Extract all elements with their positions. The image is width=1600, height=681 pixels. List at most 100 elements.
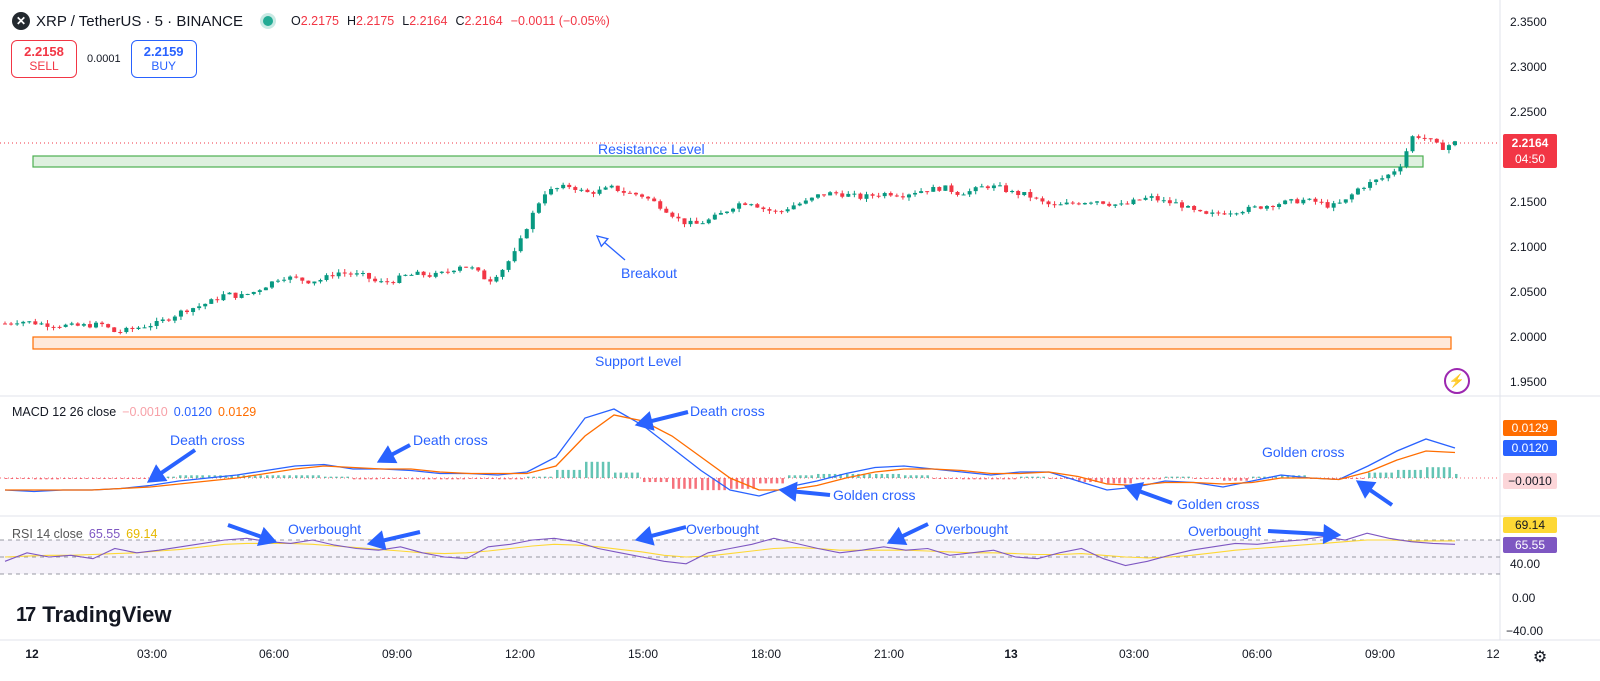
- candle: [894, 193, 899, 198]
- chart-canvas[interactable]: 2.35002.30002.25002.20002.15002.10002.05…: [0, 0, 1600, 681]
- macd-histogram-bar: [1228, 478, 1232, 481]
- macd-histogram-bar: [585, 461, 588, 478]
- tradingview-logo[interactable]: 17 TradingView: [16, 602, 171, 628]
- macd-histogram-bar: [949, 478, 953, 479]
- annotation-arrow[interactable]: [595, 235, 626, 261]
- candle: [1295, 197, 1300, 204]
- macd-histogram-bar: [143, 478, 146, 479]
- candle: [1052, 201, 1057, 208]
- candle: [276, 278, 281, 283]
- annotation-arrow[interactable]: [1123, 482, 1173, 505]
- annotation-label[interactable]: Support Level: [595, 353, 681, 369]
- candle: [670, 211, 675, 219]
- symbol-title[interactable]: XRP / TetherUS · 5 · BINANCE: [36, 13, 243, 30]
- candle: [348, 271, 353, 278]
- macd-histogram-bar: [184, 475, 188, 478]
- candle: [1301, 197, 1306, 205]
- annotation-arrow[interactable]: [376, 443, 411, 464]
- macd-histogram-bar: [277, 475, 280, 478]
- macd-histogram-bar: [636, 472, 639, 478]
- annotation-label[interactable]: Breakout: [621, 265, 677, 281]
- annotation-label[interactable]: Overbought: [935, 521, 1008, 537]
- candle: [737, 201, 742, 213]
- candle: [160, 317, 165, 324]
- lightning-icon[interactable]: ⚡: [1444, 368, 1470, 394]
- annotation-label[interactable]: Overbought: [686, 521, 759, 537]
- candle: [178, 309, 183, 321]
- annotation-arrow[interactable]: [778, 481, 831, 502]
- candle: [106, 323, 111, 329]
- buy-button[interactable]: 2.2159 BUY: [130, 40, 197, 78]
- candle: [888, 191, 893, 197]
- candle: [148, 323, 153, 331]
- annotation-label[interactable]: Overbought: [1188, 523, 1261, 539]
- macd-histogram-bar: [411, 478, 414, 480]
- candle: [797, 202, 802, 207]
- candle: [773, 209, 778, 214]
- price-tick-label: 2.2500: [1510, 105, 1547, 119]
- candle: [524, 228, 529, 239]
- annotation-arrow[interactable]: [634, 410, 689, 431]
- candle: [676, 213, 681, 222]
- svg-text:0.0120: 0.0120: [1512, 441, 1549, 455]
- macd-histogram-bar: [1042, 476, 1045, 478]
- resistance-zone[interactable]: [32, 155, 1424, 168]
- annotation-arrow[interactable]: [146, 448, 197, 483]
- macd-histogram-bar: [730, 478, 733, 489]
- candle: [973, 186, 978, 195]
- macd-histogram-bar: [619, 472, 623, 478]
- annotation-label[interactable]: Death cross: [413, 432, 488, 448]
- candle: [342, 269, 347, 277]
- annotation-label[interactable]: Golden cross: [833, 487, 915, 503]
- macd-histogram-bar: [991, 478, 994, 480]
- candle: [470, 265, 475, 270]
- macd-histogram-bar: [462, 478, 465, 480]
- support-zone[interactable]: [32, 336, 1452, 350]
- candle: [251, 291, 256, 296]
- macd-legend[interactable]: MACD 12 26 close −0.0010 0.0120 0.0129: [12, 405, 256, 419]
- candle: [658, 199, 663, 211]
- candle: [1331, 200, 1336, 212]
- macd-histogram-bar: [590, 461, 594, 478]
- macd-histogram-bar: [68, 478, 72, 479]
- macd-histogram-bar: [596, 461, 599, 478]
- annotation-label[interactable]: Resistance Level: [598, 141, 705, 157]
- sell-button[interactable]: 2.2158 SELL: [11, 40, 77, 78]
- macd-histogram-bar: [259, 475, 262, 478]
- macd-histogram-bar: [1234, 478, 1237, 481]
- rsi-legend[interactable]: RSI 14 close 65.55 69.14: [12, 527, 157, 541]
- candle: [439, 271, 444, 275]
- settings-gear-icon[interactable]: ⚙: [1528, 645, 1552, 669]
- candle: [318, 278, 323, 284]
- annotation-label[interactable]: Overbought: [288, 521, 361, 537]
- macd-histogram-bar: [688, 478, 692, 489]
- price-change: −0.0011 (−0.05%): [510, 14, 610, 28]
- candle: [288, 275, 293, 284]
- candle: [385, 278, 390, 285]
- annotation-arrow[interactable]: [1355, 480, 1394, 507]
- candle: [1319, 198, 1324, 205]
- macd-histogram-bar: [1147, 478, 1150, 480]
- candle: [603, 185, 608, 190]
- time-tick-label: 03:00: [137, 647, 167, 661]
- macd-histogram-bar: [329, 476, 333, 478]
- annotation-label[interactable]: Death cross: [690, 403, 765, 419]
- candle: [858, 192, 863, 201]
- annotation-label[interactable]: Golden cross: [1177, 496, 1259, 512]
- macd-histogram-bar: [1136, 478, 1139, 480]
- macd-histogram-bar: [1397, 469, 1400, 478]
- candle: [130, 326, 135, 333]
- macd-histogram-bar: [909, 475, 913, 478]
- macd-histogram-bar: [324, 476, 327, 478]
- annotation-label[interactable]: Death cross: [170, 432, 245, 448]
- candle: [1173, 198, 1178, 204]
- candle: [1040, 196, 1045, 205]
- price-tick-label: 2.3500: [1510, 15, 1547, 29]
- candle: [312, 281, 317, 286]
- symbol-header[interactable]: ✕ XRP / TetherUS · 5 · BINANCE O2.2175 H…: [12, 12, 610, 30]
- macd-histogram-bar: [1437, 467, 1440, 478]
- macd-histogram-bar: [810, 475, 813, 478]
- annotation-label[interactable]: Golden cross: [1262, 444, 1344, 460]
- candle: [931, 184, 936, 192]
- macd-histogram-bar: [39, 478, 43, 480]
